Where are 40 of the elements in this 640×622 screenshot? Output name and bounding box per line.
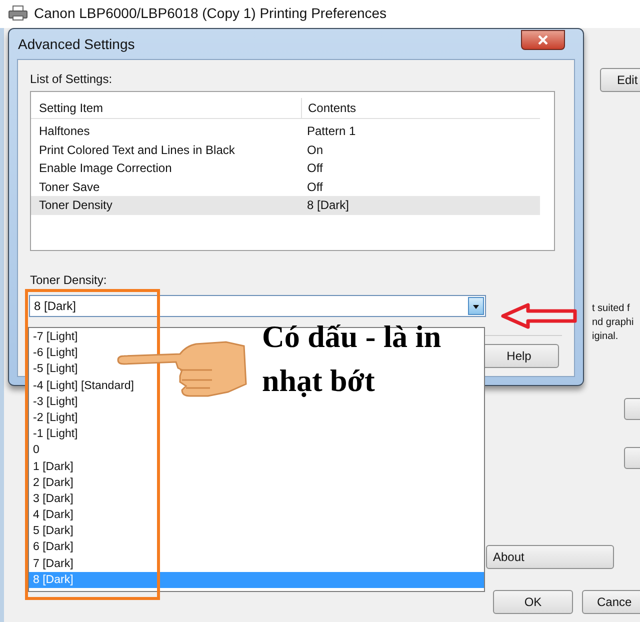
settings-row[interactable]: Enable Image Correction Off	[31, 159, 540, 178]
description-text: nd graphi	[592, 316, 634, 330]
description-text: t suited f	[592, 302, 631, 316]
dropdown-option[interactable]: -5 [Light]	[29, 361, 82, 378]
cancel-button[interactable]: Cance	[582, 590, 640, 614]
dropdown-option[interactable]: 2 [Dark]	[29, 474, 78, 491]
annotation-caption: Có dấu - là in nhạt bớt	[262, 318, 442, 400]
dropdown-option[interactable]: -4 [Light] [Standard]	[29, 378, 138, 394]
dropdown-option[interactable]: 6 [Dark]	[29, 539, 78, 556]
dropdown-option[interactable]: 1 [Dark]	[29, 458, 78, 475]
dropdown-option[interactable]: 4 [Dark]	[29, 507, 78, 524]
field-label: Toner Density:	[30, 273, 108, 287]
toner-density-dropdown[interactable]: 8 [Dark]	[29, 295, 486, 317]
close-button[interactable]	[521, 30, 565, 50]
settings-row[interactable]: Print Colored Text and Lines in Black On	[31, 140, 540, 159]
dropdown-option[interactable]: -7 [Light]	[29, 329, 82, 346]
dropdown-option[interactable]: -3 [Light]	[29, 394, 82, 410]
printer-icon	[8, 5, 28, 21]
dropdown-option[interactable]: -6 [Light]	[29, 345, 82, 362]
left-arrow-icon	[500, 302, 578, 330]
window-title: Canon LBP6000/LBP6018 (Copy 1) Printing Preferences	[34, 5, 387, 21]
dropdown-option[interactable]: 0	[29, 442, 44, 458]
dropdown-option[interactable]: 3 [Dark]	[29, 490, 78, 508]
settings-row[interactable]: Halftones Pattern 1	[31, 122, 540, 140]
dropdown-option[interactable]: -1 [Light]	[29, 426, 82, 442]
settings-row[interactable]: Toner Save Off	[31, 178, 540, 196]
column-header[interactable]: Setting Item	[31, 98, 302, 118]
close-icon	[537, 35, 549, 45]
list-label: List of Settings:	[30, 72, 114, 86]
dialog-title: Advanced Settings	[18, 36, 135, 52]
dropdown-caret-icon[interactable]	[468, 297, 484, 315]
dropdown-option[interactable]: 5 [Dark]	[29, 523, 78, 540]
column-header[interactable]: Contents	[302, 101, 356, 115]
dropdown-option[interactable]: -2 [Light]	[29, 410, 82, 426]
description-text: iginal.	[592, 330, 620, 344]
settings-row[interactable]: Toner Density 8 [Dark]	[31, 196, 540, 214]
dropdown-option[interactable]: 7 [Dark]	[29, 556, 78, 572]
edit-button[interactable]: Edit	[600, 68, 640, 92]
ok-button[interactable]: OK	[493, 590, 573, 614]
about-button[interactable]: About	[486, 545, 614, 569]
